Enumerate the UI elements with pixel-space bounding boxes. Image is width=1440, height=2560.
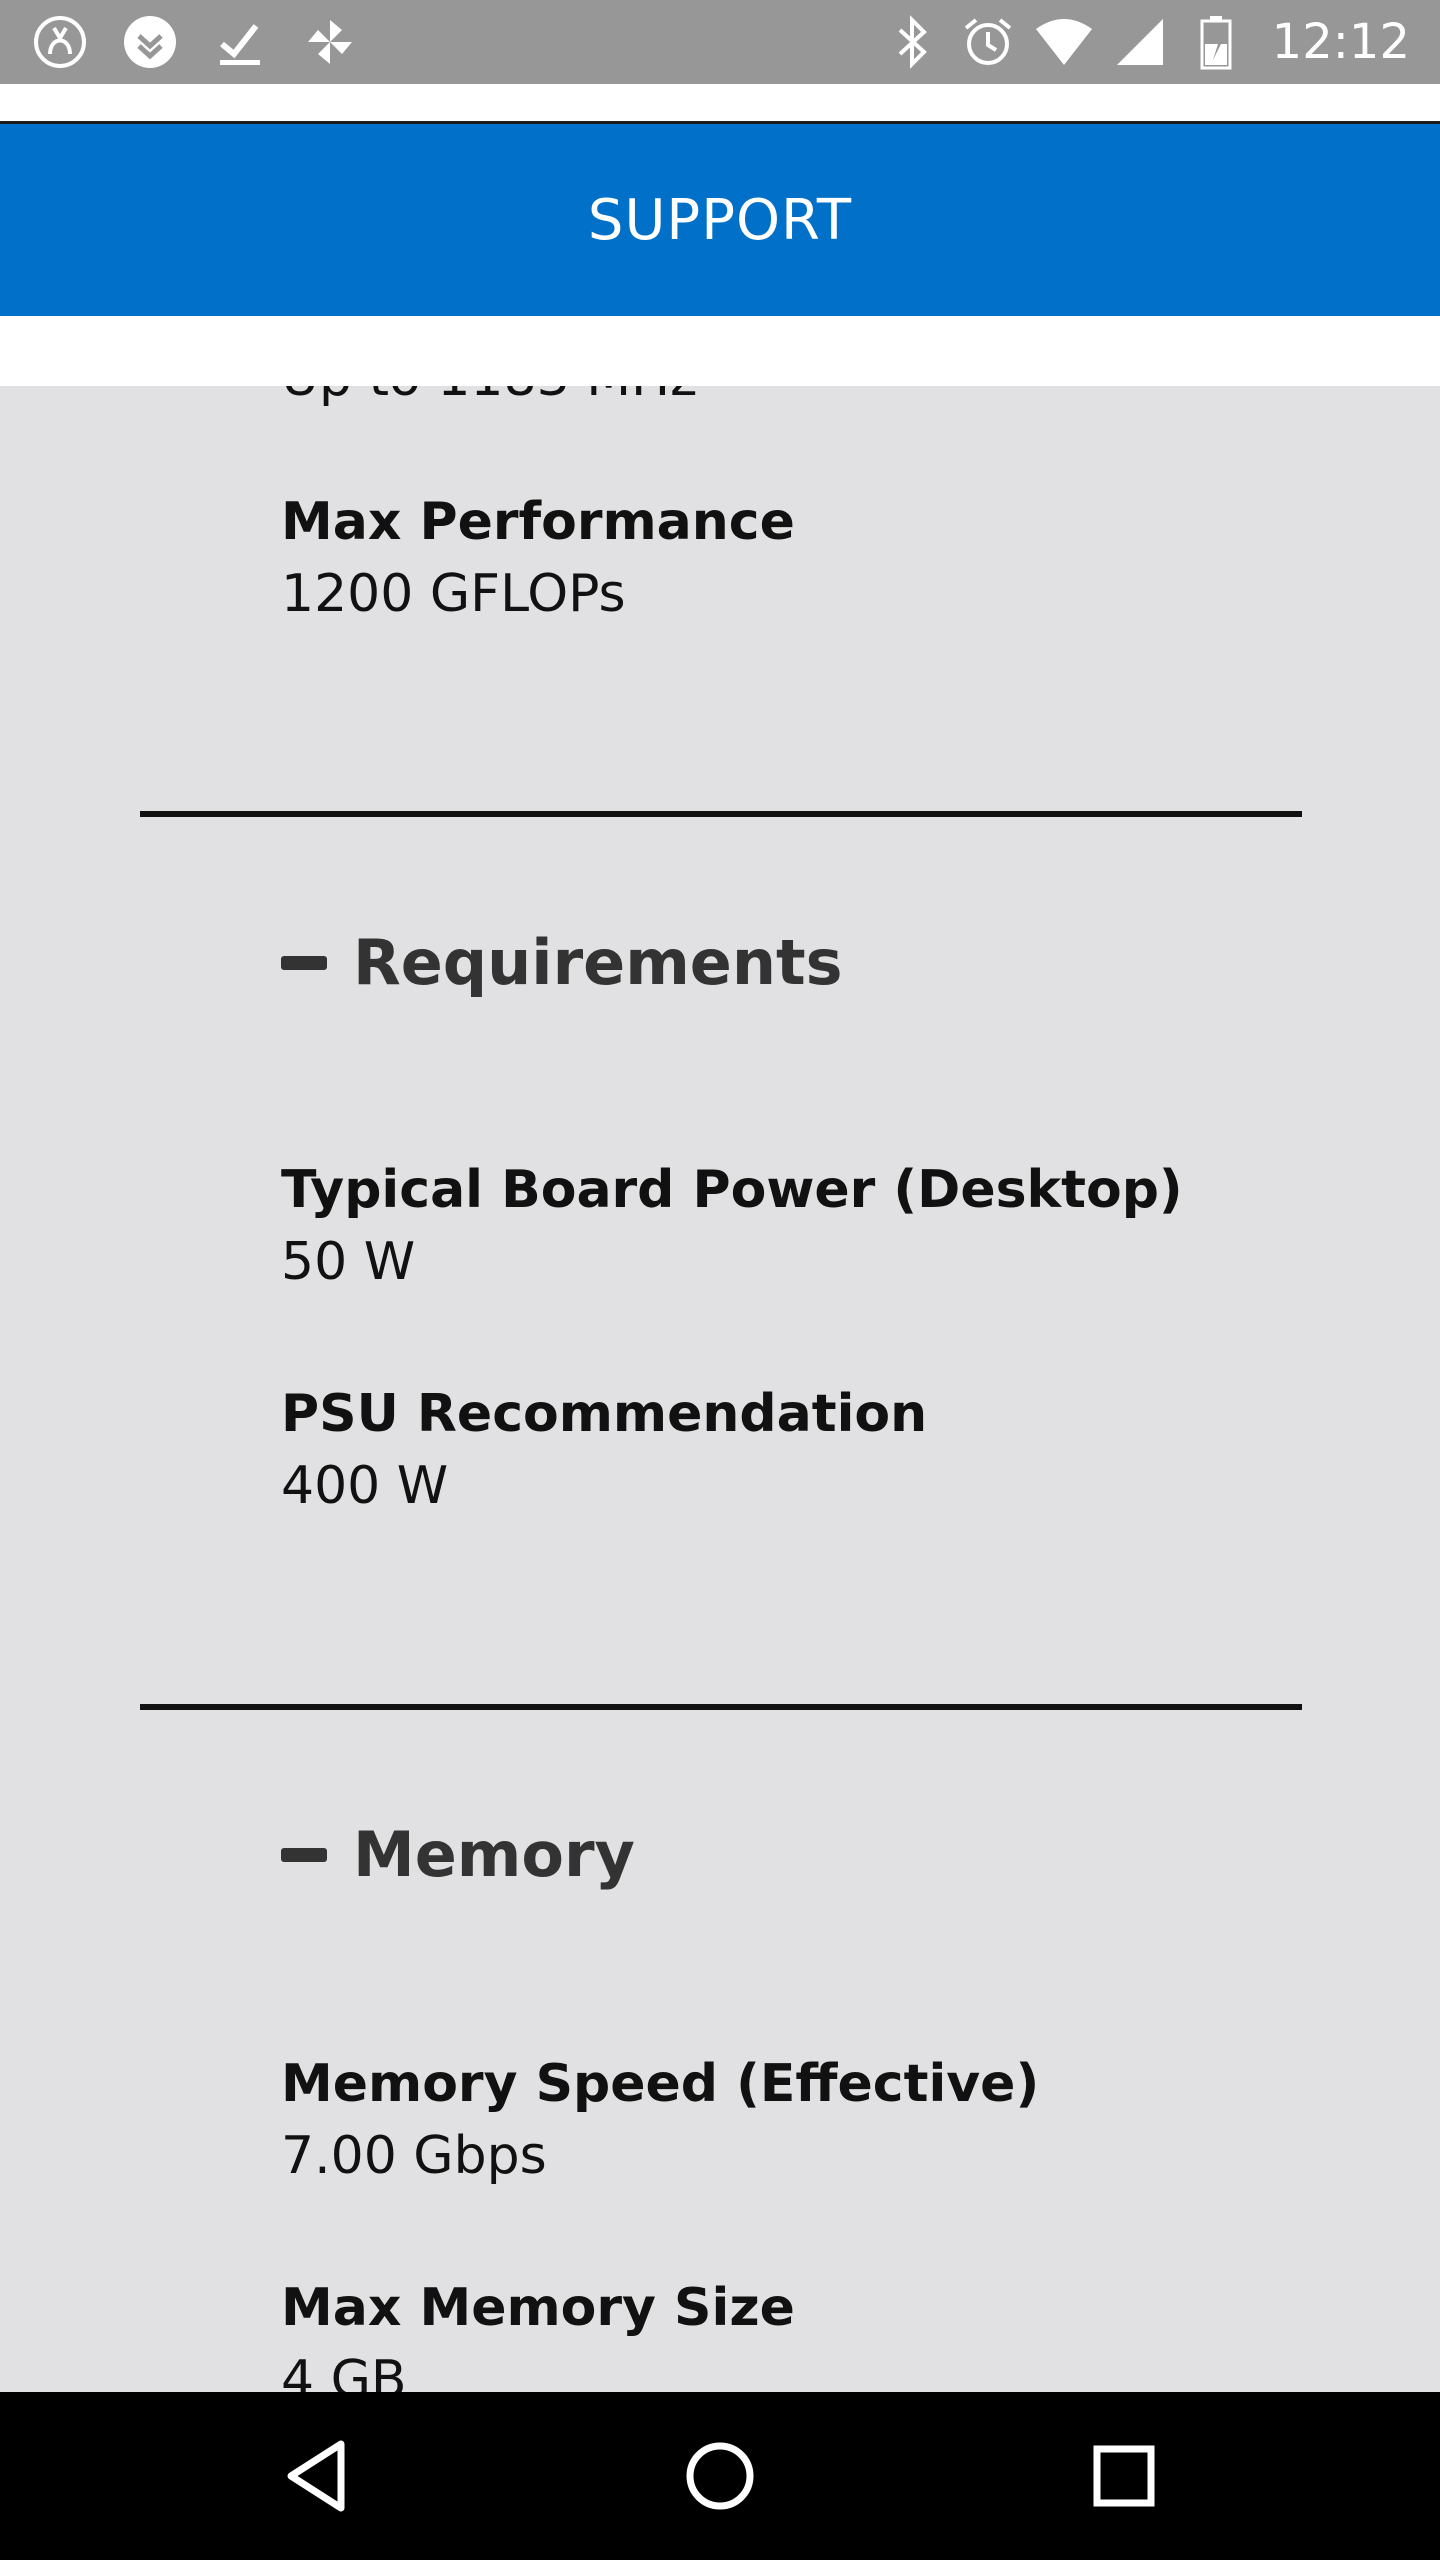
collapse-minus-icon [281, 955, 327, 970]
section-divider [140, 1704, 1302, 1710]
status-bar: 12:12 [0, 0, 1440, 84]
section-title: Memory [353, 1818, 635, 1891]
spec-value: 50 W [281, 1232, 416, 1292]
section-title: Requirements [353, 926, 843, 999]
pinwheel-icon [300, 12, 360, 72]
spec-content[interactable]: Up to 1183 MHz Max Performance 1200 GFLO… [0, 386, 1440, 2392]
app-logo-icon [30, 12, 90, 72]
spec-psu-recommendation: PSU Recommendation 400 W [281, 1378, 927, 1522]
status-time: 12:12 [1271, 14, 1410, 70]
bluetooth-icon [882, 12, 942, 72]
status-left-icons [30, 12, 360, 72]
alarm-icon [958, 12, 1018, 72]
spec-label: PSU Recommendation [281, 1384, 928, 1444]
screen: 12:12 SUPPORT Up to 1183 MHz Max Perform… [0, 0, 1440, 2560]
spec-value: 1200 GFLOPs [281, 564, 626, 624]
section-header-requirements[interactable]: Requirements [281, 926, 843, 999]
collapse-minus-icon [281, 1847, 327, 1862]
back-button[interactable] [266, 2426, 366, 2526]
spec-label: Typical Board Power (Desktop) [281, 1160, 1183, 1220]
clipped-spec-value: Up to 1183 MHz [281, 386, 697, 408]
section-divider [140, 811, 1302, 817]
recents-square-icon [1093, 2445, 1155, 2507]
spec-value: 400 W [281, 1456, 449, 1516]
battery-icon [1186, 12, 1246, 72]
status-right-icons: 12:12 [882, 12, 1410, 72]
download-badge-icon [120, 12, 180, 72]
spec-label: Max Performance [281, 492, 795, 552]
support-label: SUPPORT [587, 187, 853, 253]
spec-memory-speed: Memory Speed (Effective) 7.00 Gbps [281, 2048, 1039, 2192]
cell-signal-icon [1110, 12, 1170, 72]
home-circle-icon [686, 2442, 754, 2510]
navigation-bar [0, 2392, 1440, 2560]
checkmark-icon [210, 12, 270, 72]
spec-label: Memory Speed (Effective) [281, 2054, 1040, 2114]
home-button[interactable] [670, 2426, 770, 2526]
spec-max-memory-size: Max Memory Size 4 GB [281, 2272, 795, 2392]
support-button[interactable]: SUPPORT [0, 124, 1440, 316]
spec-label: Max Memory Size [281, 2278, 795, 2338]
header-top-strip [0, 84, 1440, 124]
back-triangle-icon [287, 2440, 345, 2512]
wifi-icon [1034, 12, 1094, 72]
recents-button[interactable] [1074, 2426, 1174, 2526]
section-header-memory[interactable]: Memory [281, 1818, 635, 1891]
spec-typical-board-power: Typical Board Power (Desktop) 50 W [281, 1154, 1183, 1298]
spec-value: 7.00 Gbps [281, 2126, 547, 2186]
spec-max-performance: Max Performance 1200 GFLOPs [281, 486, 795, 630]
header-bottom-strip [0, 316, 1440, 386]
spec-value: 4 GB [281, 2350, 407, 2392]
